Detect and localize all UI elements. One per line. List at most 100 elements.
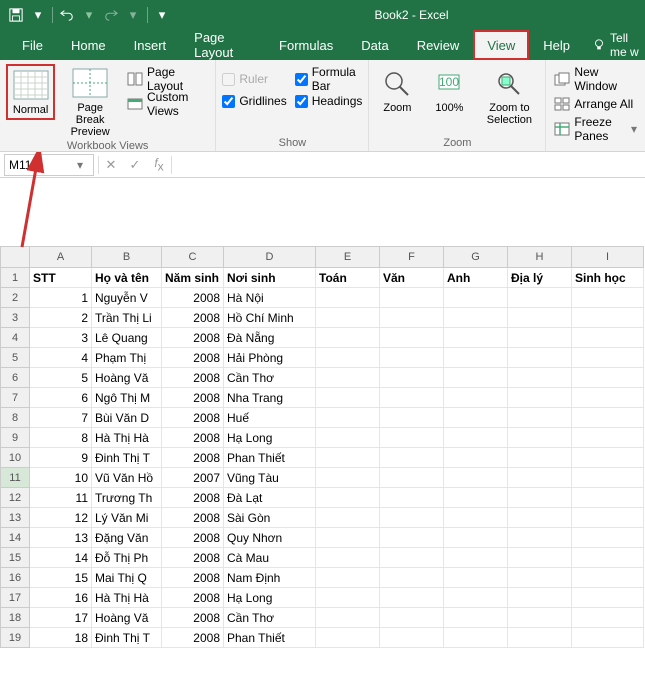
tab-view[interactable]: View <box>473 30 529 60</box>
cell[interactable]: Đà Lạt <box>224 488 316 508</box>
cell[interactable]: Nguyễn V <box>92 288 162 308</box>
cell[interactable]: Hà Nội <box>224 288 316 308</box>
cell[interactable]: Hà Thị Hà <box>92 428 162 448</box>
cell[interactable] <box>316 548 380 568</box>
cell[interactable] <box>316 368 380 388</box>
cell[interactable]: Đỗ Thị Ph <box>92 548 162 568</box>
cell[interactable]: Anh <box>444 268 508 288</box>
cell[interactable]: 11 <box>30 488 92 508</box>
cell[interactable]: Hạ Long <box>224 428 316 448</box>
cell[interactable] <box>572 628 644 648</box>
cell[interactable] <box>380 368 444 388</box>
cell[interactable] <box>316 508 380 528</box>
cell[interactable] <box>316 328 380 348</box>
cell[interactable] <box>444 308 508 328</box>
cell[interactable] <box>508 328 572 348</box>
tell-me[interactable]: Tell me w <box>592 30 645 60</box>
cell[interactable] <box>444 368 508 388</box>
cell[interactable] <box>380 548 444 568</box>
cell[interactable]: Mai Thị Q <box>92 568 162 588</box>
cell[interactable] <box>508 468 572 488</box>
custom-views-button[interactable]: Custom Views <box>125 93 209 115</box>
row-header[interactable]: 15 <box>0 548 30 568</box>
row-header[interactable]: 12 <box>0 488 30 508</box>
cell[interactable]: 2008 <box>162 348 224 368</box>
cell[interactable]: Năm sinh <box>162 268 224 288</box>
cell[interactable]: 5 <box>30 368 92 388</box>
cell[interactable]: 9 <box>30 448 92 468</box>
cell[interactable] <box>572 568 644 588</box>
cell[interactable] <box>444 348 508 368</box>
cell[interactable] <box>380 488 444 508</box>
cell[interactable] <box>508 288 572 308</box>
cell[interactable]: 2008 <box>162 448 224 468</box>
cell[interactable] <box>316 568 380 588</box>
col-header-D[interactable]: D <box>224 246 316 268</box>
cell[interactable]: 2008 <box>162 628 224 648</box>
cell[interactable]: 4 <box>30 348 92 368</box>
cell[interactable] <box>380 288 444 308</box>
col-header-B[interactable]: B <box>92 246 162 268</box>
cell[interactable]: STT <box>30 268 92 288</box>
col-header-H[interactable]: H <box>508 246 572 268</box>
cell[interactable]: Trương Th <box>92 488 162 508</box>
cell[interactable]: 15 <box>30 568 92 588</box>
row-header[interactable]: 5 <box>0 348 30 368</box>
undo-dropdown-icon[interactable]: ▾ <box>81 7 97 23</box>
cell[interactable] <box>508 608 572 628</box>
cell[interactable] <box>572 328 644 348</box>
cell[interactable]: 2008 <box>162 288 224 308</box>
formula-bar-checkbox[interactable]: Formula Bar <box>295 70 363 88</box>
cell[interactable]: Ngô Thị M <box>92 388 162 408</box>
cell[interactable]: 10 <box>30 468 92 488</box>
cell[interactable]: Vũ Văn Hồ <box>92 468 162 488</box>
qat-customize-icon[interactable]: ▾ <box>154 7 170 23</box>
cell[interactable] <box>508 528 572 548</box>
cell[interactable]: Hồ Chí Minh <box>224 308 316 328</box>
cell[interactable] <box>508 388 572 408</box>
cell[interactable] <box>444 548 508 568</box>
cell[interactable]: Đặng Văn <box>92 528 162 548</box>
cell[interactable] <box>508 368 572 388</box>
cell[interactable] <box>508 308 572 328</box>
tab-review[interactable]: Review <box>403 30 474 60</box>
row-header[interactable]: 18 <box>0 608 30 628</box>
cell[interactable]: Hoàng Vă <box>92 608 162 628</box>
cell[interactable] <box>380 608 444 628</box>
cell[interactable] <box>380 328 444 348</box>
cell[interactable] <box>316 468 380 488</box>
cell[interactable] <box>380 468 444 488</box>
page-break-preview-button[interactable]: Page Break Preview <box>63 64 117 138</box>
cell[interactable]: Văn <box>380 268 444 288</box>
cell[interactable]: Lý Văn Mi <box>92 508 162 528</box>
cell[interactable] <box>380 388 444 408</box>
cell[interactable] <box>572 588 644 608</box>
col-header-E[interactable]: E <box>316 246 380 268</box>
arrange-all-button[interactable]: Arrange All <box>552 93 639 115</box>
cell[interactable] <box>572 448 644 468</box>
cell[interactable] <box>380 628 444 648</box>
save-icon[interactable] <box>8 7 24 23</box>
cell[interactable] <box>508 628 572 648</box>
cell[interactable] <box>444 408 508 428</box>
cell[interactable] <box>380 428 444 448</box>
cell[interactable] <box>316 588 380 608</box>
cell[interactable]: 14 <box>30 548 92 568</box>
cell[interactable]: 17 <box>30 608 92 628</box>
row-header[interactable]: 17 <box>0 588 30 608</box>
cell[interactable] <box>380 308 444 328</box>
cell[interactable]: 3 <box>30 328 92 348</box>
name-box-input[interactable] <box>5 158 67 172</box>
cell[interactable]: Huế <box>224 408 316 428</box>
cell[interactable]: Hà Thị Hà <box>92 588 162 608</box>
tab-page-layout[interactable]: Page Layout <box>180 30 265 60</box>
col-header-A[interactable]: A <box>30 246 92 268</box>
cell[interactable]: Phan Thiết <box>224 448 316 468</box>
name-box[interactable]: ▾ <box>4 154 94 176</box>
cell[interactable]: Đà Nẵng <box>224 328 316 348</box>
cell[interactable]: 2008 <box>162 368 224 388</box>
cell[interactable]: 2008 <box>162 488 224 508</box>
cell[interactable] <box>316 448 380 468</box>
select-all-corner[interactable] <box>0 246 30 268</box>
cell[interactable]: Hải Phòng <box>224 348 316 368</box>
